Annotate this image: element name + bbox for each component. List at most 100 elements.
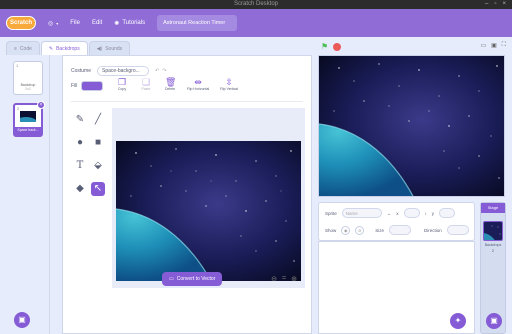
y-label: y: [431, 210, 435, 216]
backdrop-item-1[interactable]: 1 Backdrop 2x2: [13, 61, 43, 95]
sprite-name-input[interactable]: Name: [341, 208, 382, 218]
undo-redo: ↶ ↷: [155, 68, 166, 74]
choose-backdrop-button[interactable]: ▣: [14, 312, 30, 328]
file-menu[interactable]: File: [70, 20, 80, 26]
paint-editor: Costume Space-backgro... ↶ ↷ Fill ❐ Copy…: [62, 55, 312, 334]
flip-vertical-button[interactable]: ⇳ Flip Vertical: [217, 77, 241, 91]
copy-button[interactable]: ❐ Copy: [113, 77, 131, 91]
editor-workspace: ≡ Code ✎ Backdrops ◀) Sounds 1 Backdrop …: [0, 37, 512, 334]
flip-horizontal-icon: ⇹: [194, 77, 202, 87]
minimize-button[interactable]: –: [485, 0, 488, 9]
sprite-row: Sprite Name ↔ x ↕ y: [325, 208, 456, 218]
code-icon: ≡: [14, 45, 17, 52]
costume-label: Costume: [71, 68, 92, 74]
project-title-input[interactable]: Astronaut Reaction Timer: [157, 15, 238, 31]
paint-canvas-area[interactable]: ▭ Convert to Vector ⊖ = ⊕: [112, 108, 305, 288]
tab-sounds[interactable]: ◀) Sounds: [88, 41, 131, 55]
tutorials-label: Tutorials: [122, 20, 146, 26]
menu-bar: Scratch ◎ ▾ File Edit ✺ Tutorials Astron…: [0, 9, 512, 37]
edit-menu[interactable]: Edit: [92, 20, 102, 26]
direction-input[interactable]: [446, 225, 469, 235]
speaker-icon: ◀): [96, 45, 103, 52]
eraser-tool-icon[interactable]: ◆: [73, 182, 87, 196]
rectangle-tool-icon[interactable]: ■: [91, 136, 105, 150]
sprite-label: Sprite: [325, 210, 337, 216]
tab-sounds-label: Sounds: [105, 45, 123, 52]
convert-to-vector-button[interactable]: ▭ Convert to Vector: [162, 272, 223, 286]
backdrop-number: 2: [17, 106, 20, 111]
backdrop-label: Space back...: [15, 127, 41, 135]
close-button[interactable]: ×: [502, 0, 506, 9]
fill-label: Fill: [71, 83, 78, 89]
zoom-in-icon[interactable]: ⊕: [291, 275, 297, 283]
image-icon: ▣: [490, 316, 498, 325]
tab-backdrops[interactable]: ✎ Backdrops: [40, 41, 88, 55]
costume-name-input[interactable]: Space-backgro...: [97, 66, 150, 76]
tab-code-label: Code: [19, 45, 32, 52]
small-stage-icon[interactable]: ▭: [480, 42, 486, 49]
trash-icon: 🗑: [165, 77, 177, 87]
delete-button[interactable]: 🗑 Delete: [161, 77, 179, 91]
fill-color-swatch[interactable]: [81, 81, 104, 91]
show-row: Show ◉ ⊘ Size Direction: [325, 225, 469, 235]
flip-horizontal-button[interactable]: ⇹ Flip Horizontal: [185, 77, 211, 91]
line-tool-icon[interactable]: ╱: [91, 113, 105, 127]
y-input[interactable]: [439, 208, 456, 218]
fill-row: Fill: [71, 81, 104, 91]
backdrop-item-2[interactable]: 2 Space back... ×: [13, 101, 45, 137]
zoom-controls: ⊖ = ⊕: [271, 275, 297, 283]
circle-tool-icon[interactable]: ●: [73, 136, 87, 150]
x-arrows-icon: ↔: [386, 210, 392, 216]
backdrop-canvas[interactable]: [116, 141, 301, 281]
fullscreen-icon[interactable]: ⛶: [502, 42, 506, 49]
stage-preview[interactable]: [318, 55, 505, 197]
chevron-down-icon: ▾: [56, 20, 59, 26]
x-label: x: [396, 210, 399, 216]
stage-thumbnail-image: [484, 222, 502, 240]
scratch-window: Scratch Desktop – ▫ × Scratch ◎ ▾ File E…: [0, 0, 512, 334]
stage-selector[interactable]: Stage Backdrops 2 ▣: [480, 202, 506, 334]
fill-tool-icon[interactable]: ⬙: [91, 159, 105, 173]
backdrop-label: Backdrop 2x2: [20, 83, 36, 91]
x-input[interactable]: [403, 208, 420, 218]
text-tool-icon[interactable]: T: [73, 159, 87, 173]
tab-backdrops-label: Backdrops: [56, 45, 80, 52]
maximize-button[interactable]: ▫: [494, 0, 496, 9]
undo-icon[interactable]: ↶: [155, 68, 159, 74]
choose-sprite-button[interactable]: ✦: [450, 313, 466, 329]
stop-icon[interactable]: [333, 43, 341, 51]
size-label: Size: [375, 227, 385, 233]
editor-tabs: ≡ Code ✎ Backdrops ◀) Sounds: [6, 41, 131, 55]
tab-code[interactable]: ≡ Code: [6, 41, 40, 55]
backdrops-label: Backdrops: [484, 243, 502, 247]
toolbar-divider: [71, 101, 303, 102]
language-menu[interactable]: ◎ ▾: [48, 20, 58, 27]
stage-thumbnail[interactable]: [483, 221, 503, 241]
size-input[interactable]: [389, 225, 412, 235]
paste-button[interactable]: ❏ Paste: [137, 77, 155, 91]
scratch-logo[interactable]: Scratch: [6, 16, 36, 30]
costume-row: Costume Space-backgro... ↶ ↷: [71, 66, 166, 76]
zoom-out-icon[interactable]: ⊖: [271, 275, 277, 283]
brush-icon: ✎: [48, 45, 54, 52]
show-visible-icon[interactable]: ◉: [341, 225, 351, 235]
stage-header: ⚑ ▭ ▣ ⛶: [318, 41, 506, 53]
paste-icon: ❏: [141, 77, 151, 87]
globe-icon: ◎: [48, 20, 54, 27]
choose-backdrop-button[interactable]: ▣: [486, 313, 502, 329]
stage-header-label: Stage: [481, 203, 505, 213]
redo-icon[interactable]: ↷: [162, 68, 166, 74]
backdrops-count: 2: [491, 248, 495, 253]
delete-icon[interactable]: ×: [37, 101, 45, 109]
backdrop-thumbnail: [20, 111, 36, 122]
green-flag-icon[interactable]: ⚑: [321, 42, 328, 51]
zoom-reset-icon[interactable]: =: [282, 275, 286, 283]
large-stage-icon[interactable]: ▣: [491, 42, 497, 49]
window-controls: – ▫ ×: [485, 0, 506, 9]
tutorials-menu[interactable]: ✺ Tutorials: [114, 20, 145, 27]
window-title: Scratch Desktop: [233, 1, 279, 7]
brush-tool-icon[interactable]: ✎: [73, 113, 87, 127]
select-tool-icon[interactable]: ↖: [91, 182, 105, 196]
backdrop-number: 1: [16, 63, 19, 68]
hide-visible-icon[interactable]: ⊘: [355, 225, 365, 235]
